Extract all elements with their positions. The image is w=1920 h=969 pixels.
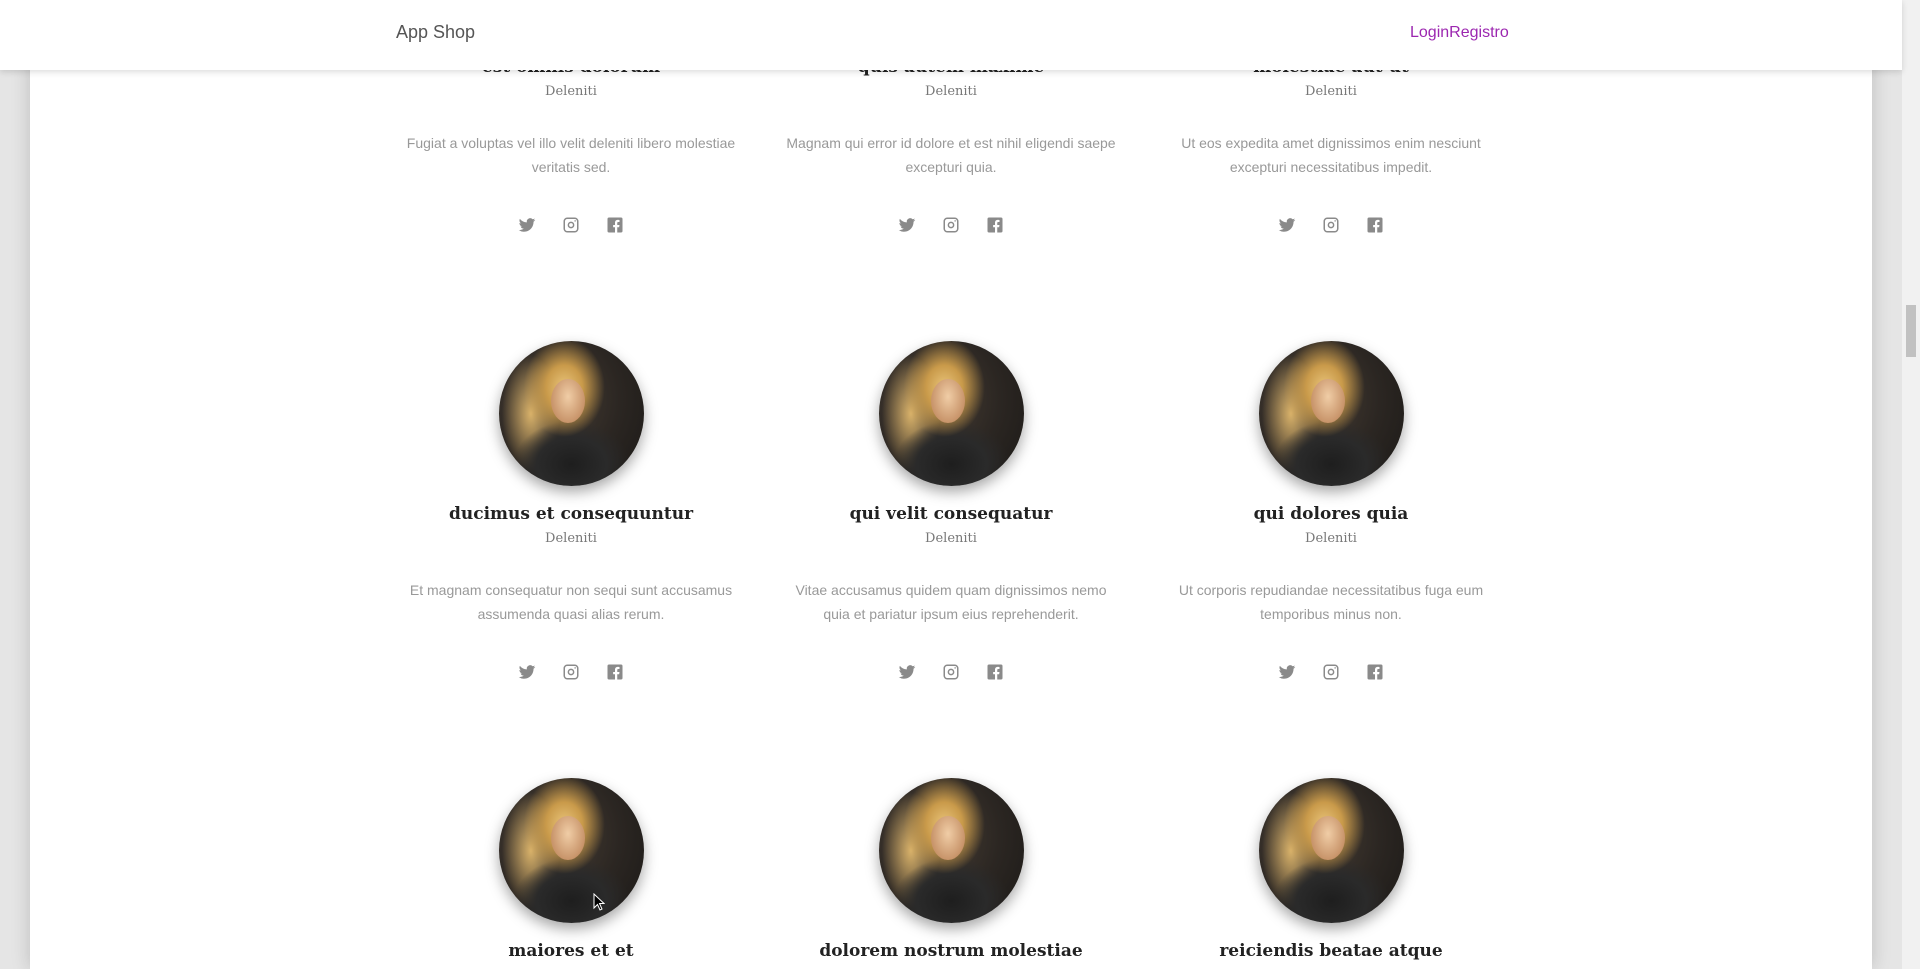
- member-description: Ut eos expedita amet dignissimos enim ne…: [1181, 135, 1481, 175]
- team-member: reiciendis beatae atque: [1151, 778, 1511, 963]
- member-name: qui velit consequatur: [849, 504, 1053, 524]
- register-link[interactable]: Registro: [1449, 24, 1509, 41]
- social-links: [1151, 662, 1511, 682]
- twitter-icon[interactable]: [1277, 662, 1297, 682]
- avatar: [878, 778, 1024, 923]
- member-role: Deleniti: [1305, 84, 1357, 99]
- member-description: Ut corporis repudiandae necessitatibus f…: [1178, 582, 1484, 622]
- facebook-icon[interactable]: [985, 215, 1005, 235]
- instagram-icon[interactable]: [941, 215, 961, 235]
- instagram-icon[interactable]: [1321, 662, 1341, 682]
- member-role: Deleniti: [545, 84, 597, 99]
- member-role: Deleniti: [545, 531, 597, 546]
- navbar: App Shop LoginRegistro: [0, 0, 1902, 70]
- facebook-icon[interactable]: [605, 662, 625, 682]
- avatar: [498, 778, 644, 923]
- member-name: reiciendis beatae atque: [1219, 941, 1443, 961]
- team-member: qui velit consequatur Deleniti Vitae acc…: [771, 341, 1131, 682]
- avatar: [878, 341, 1024, 486]
- member-name: ducimus et consequuntur: [448, 504, 694, 524]
- twitter-icon[interactable]: [897, 662, 917, 682]
- team-member: ducimus et consequuntur Deleniti Et magn…: [391, 341, 751, 682]
- member-description: Fugiat a voluptas vel illo velit delenit…: [406, 135, 736, 175]
- social-links: [771, 215, 1131, 235]
- avatar: [498, 341, 644, 486]
- social-links: [391, 215, 751, 235]
- mouse-cursor-icon: [593, 893, 605, 911]
- member-description: Magnam qui error id dolore et est nihil …: [786, 135, 1116, 175]
- social-links: [771, 662, 1131, 682]
- facebook-icon[interactable]: [605, 215, 625, 235]
- member-name: dolorem nostrum molestiae: [819, 941, 1083, 961]
- scrollbar[interactable]: [1902, 0, 1920, 969]
- team-member: maiores et et: [391, 778, 751, 963]
- facebook-icon[interactable]: [1365, 662, 1385, 682]
- member-role: Deleniti: [1305, 531, 1357, 546]
- brand-link[interactable]: App Shop: [396, 22, 475, 43]
- facebook-icon[interactable]: [1365, 215, 1385, 235]
- member-description: Et magnam consequatur non sequi sunt acc…: [409, 582, 733, 622]
- team-member: qui dolores quia Deleniti Ut corporis re…: [1151, 341, 1511, 682]
- team-grid: est omnis dolorum Deleniti Fugiat a volu…: [0, 0, 1902, 969]
- social-links: [391, 662, 751, 682]
- twitter-icon[interactable]: [517, 215, 537, 235]
- instagram-icon[interactable]: [1321, 215, 1341, 235]
- member-name: qui dolores quia: [1253, 504, 1409, 524]
- login-link[interactable]: Login: [1410, 24, 1449, 41]
- member-description: Vitae accusamus quidem quam dignissimos …: [795, 582, 1107, 622]
- member-role: Deleniti: [925, 84, 977, 99]
- twitter-icon[interactable]: [1277, 215, 1297, 235]
- instagram-icon[interactable]: [561, 215, 581, 235]
- team-member: dolorem nostrum molestiae: [771, 778, 1131, 963]
- member-name: maiores et et: [508, 941, 634, 961]
- social-links: [1151, 215, 1511, 235]
- avatar: [1258, 341, 1404, 486]
- twitter-icon[interactable]: [517, 662, 537, 682]
- member-role: Deleniti: [925, 531, 977, 546]
- instagram-icon[interactable]: [561, 662, 581, 682]
- avatar: [1258, 778, 1404, 923]
- scrollbar-thumb[interactable]: [1906, 305, 1916, 357]
- nav-links: LoginRegistro: [1410, 24, 1509, 42]
- twitter-icon[interactable]: [897, 215, 917, 235]
- facebook-icon[interactable]: [985, 662, 1005, 682]
- instagram-icon[interactable]: [941, 662, 961, 682]
